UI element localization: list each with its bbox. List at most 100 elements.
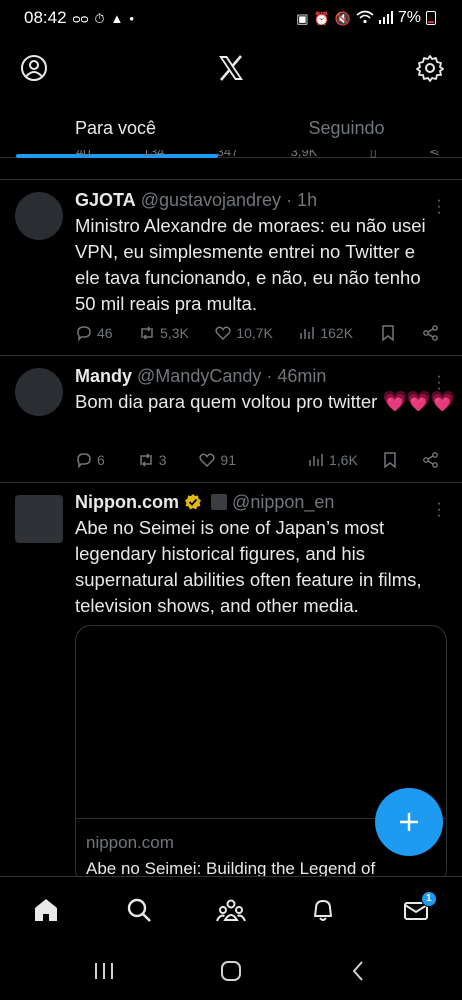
bookmark-button[interactable]: [381, 451, 399, 469]
reply-count[interactable]: 40: [76, 150, 90, 160]
repost-button[interactable]: 3: [137, 451, 167, 469]
avatar[interactable]: [15, 368, 63, 416]
compose-button[interactable]: [375, 788, 443, 856]
affiliate-badge-icon: [211, 494, 228, 510]
bookmark-icon: [381, 325, 394, 342]
views-button[interactable]: 1,6K: [307, 451, 358, 469]
tweet-text: Bom dia para quem voltou pro twitter 💗💗💗: [75, 389, 455, 415]
tweet-time: · 1h: [286, 190, 318, 210]
app-header: [0, 44, 462, 92]
like-button[interactable]: 10,7K: [214, 324, 273, 342]
signal-icon: [378, 10, 393, 26]
author-name[interactable]: GJOTA: [75, 190, 136, 210]
avatar[interactable]: [15, 192, 63, 240]
nav-messages[interactable]: 1: [393, 887, 439, 933]
author-name[interactable]: Mandy: [75, 366, 132, 386]
tweet-text-content: Bom dia para quem voltou pro twitter: [75, 391, 378, 412]
share-button[interactable]: [422, 324, 440, 342]
bookmark-icon: [384, 452, 396, 469]
bookmark-button[interactable]: [379, 324, 397, 342]
settings-button[interactable]: [414, 52, 446, 84]
nav-notifications[interactable]: [300, 887, 346, 933]
reply-count: 6: [97, 452, 105, 468]
battery-icon: [426, 11, 436, 25]
tab-following-label: Seguindo: [308, 118, 385, 138]
repost-count[interactable]: 134: [143, 150, 165, 160]
view-count[interactable]: 3,9K: [291, 150, 318, 160]
like-count[interactable]: 347: [217, 150, 239, 160]
repost-count: 5,3K: [160, 325, 189, 341]
views-icon: [300, 327, 315, 339]
mute-icon: 🔇: [334, 10, 351, 26]
recents-icon: [94, 963, 113, 979]
battery-percent: 7%: [397, 9, 421, 26]
tweet[interactable]: · · · Mandy @MandyCandy · 46min Bom dia pa…: [0, 356, 462, 483]
tab-for-you-label: Para você: [74, 118, 157, 138]
reply-icon: [77, 326, 91, 342]
home-system-icon: [220, 961, 241, 981]
tweet-text: Abe no Seimei is one of Japan’s most leg…: [75, 517, 422, 616]
heart-icon: [199, 453, 216, 468]
alarm-icon: ⏰: [313, 10, 330, 26]
card-image: [76, 626, 446, 819]
bookmark-icon[interactable]: ▯: [370, 150, 377, 160]
recent-apps-button[interactable]: [84, 951, 124, 991]
profile-button[interactable]: [18, 52, 50, 84]
warning-icon: ▲: [110, 10, 124, 26]
bell-icon: [314, 899, 333, 921]
author-handle[interactable]: @MandyCandy: [137, 366, 261, 386]
communities-icon: [216, 899, 246, 921]
status-time: 08:42: [24, 8, 67, 27]
home-system-button[interactable]: [211, 951, 251, 991]
plus-icon: [400, 813, 418, 831]
author-handle[interactable]: @nippon_en: [232, 492, 334, 512]
back-button[interactable]: [338, 951, 378, 991]
previous-tweet-actions: 40 134 347 3,9K ▯ ⋖: [0, 150, 462, 180]
avatar[interactable]: [15, 495, 63, 543]
x-logo-icon[interactable]: [215, 52, 247, 84]
heart-emoji: 💗💗💗: [382, 391, 455, 413]
view-count: 1,6K: [329, 452, 358, 468]
status-bar: 08:42 ᴑᴑ ⏱ ▲ • ▣ ⏰ 🔇 7%: [0, 0, 462, 36]
like-count: 91: [220, 452, 236, 468]
author-name[interactable]: Nippon.com: [75, 492, 179, 512]
repost-count: 3: [158, 452, 167, 468]
system-navigation: [0, 942, 462, 1000]
bottom-navigation: 1: [0, 876, 462, 942]
share-icon[interactable]: ⋖: [429, 150, 440, 160]
views-icon: [309, 454, 323, 466]
view-count: 162K: [320, 325, 354, 341]
tweet-text: Ministro Alexandre de moraes: eu não use…: [75, 215, 426, 314]
reply-count: 46: [97, 325, 113, 341]
repost-icon: [141, 326, 153, 340]
share-icon: [423, 452, 438, 468]
search-icon: [127, 898, 151, 922]
dot-icon: •: [129, 10, 134, 26]
voicemail-icon: ᴑᴑ: [72, 10, 89, 26]
share-button[interactable]: [422, 451, 440, 469]
reply-button[interactable]: 46: [75, 324, 113, 342]
gear-icon: [416, 55, 444, 82]
reply-button[interactable]: 6: [75, 451, 105, 469]
repost-icon: [139, 453, 152, 467]
reply-icon: [77, 453, 91, 469]
nav-communities[interactable]: [208, 887, 254, 933]
heart-icon: [215, 326, 231, 341]
author-handle[interactable]: @gustavojandrey: [141, 190, 281, 210]
share-icon: [423, 325, 438, 341]
tweet[interactable]: · · · GJOTA @gustavojandrey · 1h Ministro …: [0, 180, 462, 356]
home-icon: [35, 898, 58, 921]
data-saver-icon: ▣: [296, 10, 309, 26]
like-count: 10,7K: [236, 325, 273, 341]
wifi-icon: [356, 10, 374, 26]
profile-icon: [21, 55, 47, 81]
nav-home[interactable]: [23, 887, 69, 933]
back-icon: [352, 961, 364, 981]
views-button[interactable]: 162K: [298, 324, 353, 342]
like-button[interactable]: 91: [198, 451, 236, 469]
verified-badge-icon: [185, 494, 202, 510]
timer-icon: ⏱: [94, 10, 105, 26]
nav-search[interactable]: [116, 887, 162, 933]
repost-button[interactable]: 5,3K: [138, 324, 189, 342]
messages-badge: 1: [420, 890, 437, 907]
